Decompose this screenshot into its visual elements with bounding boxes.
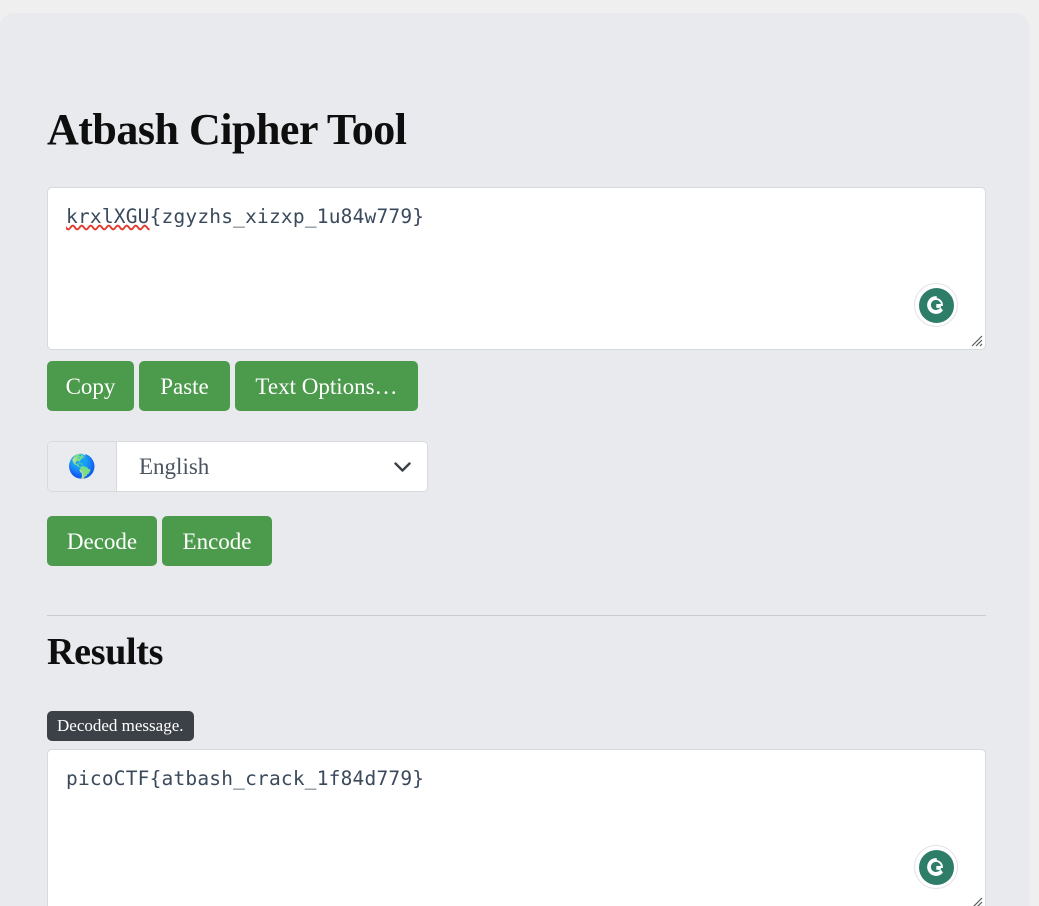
section-divider bbox=[47, 615, 986, 616]
paste-button[interactable]: Paste bbox=[139, 361, 230, 411]
page-content-panel: Atbash Cipher Tool krxlXGU{zgyzhs_xizxp_… bbox=[0, 13, 1029, 906]
cipher-input-text: krxlXGU{zgyzhs_xizxp_1u84w779} bbox=[66, 205, 424, 228]
text-options-button[interactable]: Text Options… bbox=[235, 361, 418, 411]
language-selector-group[interactable]: 🌎 English bbox=[47, 441, 428, 492]
browser-viewport: Atbash Cipher Tool krxlXGU{zgyzhs_xizxp_… bbox=[0, 0, 1039, 906]
grammarly-icon[interactable] bbox=[914, 845, 958, 889]
language-select-value: English bbox=[139, 453, 210, 479]
grammarly-icon[interactable] bbox=[914, 283, 958, 327]
decode-button[interactable]: Decode bbox=[47, 516, 157, 566]
globe-icon: 🌎 bbox=[48, 442, 117, 491]
page-title: Atbash Cipher Tool bbox=[47, 105, 407, 154]
textarea-resize-handle[interactable] bbox=[969, 333, 983, 347]
grammarly-circle bbox=[918, 849, 954, 885]
cipher-output-text: picoCTF{atbash_crack_1f84d779} bbox=[66, 767, 425, 790]
chevron-down-icon bbox=[394, 461, 411, 472]
status-badge: Decoded message. bbox=[47, 711, 194, 741]
language-select[interactable]: English bbox=[117, 442, 427, 491]
cipher-input-textarea[interactable]: krxlXGU{zgyzhs_xizxp_1u84w779} bbox=[47, 187, 986, 350]
results-heading: Results bbox=[47, 631, 164, 673]
cipher-input-rest: {zgyzhs_xizxp_1u84w779} bbox=[149, 205, 425, 228]
copy-button[interactable]: Copy bbox=[47, 361, 134, 411]
cipher-output-textarea[interactable]: picoCTF{atbash_crack_1f84d779} bbox=[47, 749, 986, 906]
misspelled-word: krxlXGU bbox=[66, 205, 150, 228]
encode-button[interactable]: Encode bbox=[162, 516, 272, 566]
grammarly-circle bbox=[918, 287, 954, 323]
textarea-resize-handle[interactable] bbox=[969, 895, 983, 906]
